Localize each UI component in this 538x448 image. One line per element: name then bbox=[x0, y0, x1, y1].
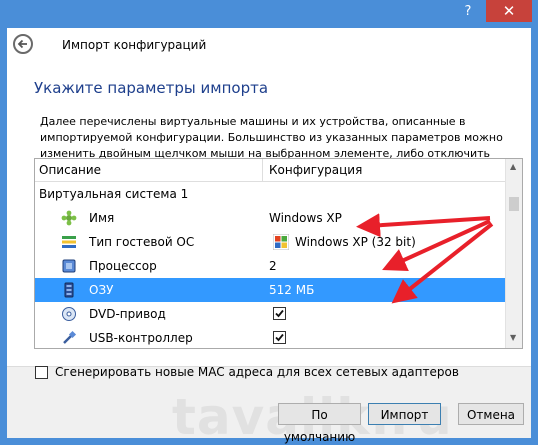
annotation-arrows bbox=[356, 213, 494, 304]
arrow-to-name bbox=[356, 213, 491, 238]
arrow-to-processor bbox=[382, 219, 491, 271]
arrow-to-ram bbox=[391, 222, 494, 304]
